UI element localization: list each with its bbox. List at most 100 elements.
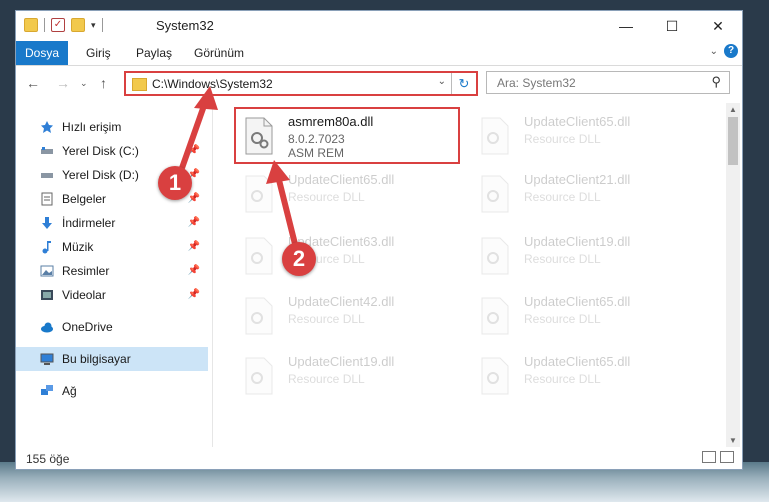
sidebar-item-label: Müzik [62,240,94,254]
chevron-down-icon[interactable]: ▾ [91,20,96,31]
folder-icon[interactable] [24,18,38,32]
file-item[interactable]: UpdateClient42.dll Resource DLL [236,291,456,343]
scroll-up-icon[interactable]: ▲ [726,105,740,114]
status-bar: 155 öğe [16,447,742,469]
drive-icon [41,173,53,178]
sidebar-item-downloads[interactable]: İndirmeler 📌 [16,211,208,235]
tab-file[interactable]: Dosya [16,41,68,65]
pin-icon[interactable]: 📌 [188,265,200,276]
file-name: UpdateClient21.dll [524,172,631,187]
sidebar-item-this-pc[interactable]: Bu bilgisayar [16,347,208,371]
sidebar-item-videos[interactable]: Videolar 📌 [16,283,208,307]
file-description: Resource DLL [288,372,365,386]
dll-file-icon [481,175,509,213]
sidebar-item-pictures[interactable]: Resimler 📌 [16,259,208,283]
sidebar-item-quick-access[interactable]: Hızlı erişim [16,115,208,139]
sidebar-item-label: Videolar [62,288,106,302]
pin-icon[interactable]: 📌 [188,289,200,300]
file-item[interactable]: UpdateClient63.dll Resource DLL [236,231,456,283]
dll-file-icon [245,237,273,275]
file-item[interactable]: UpdateClient65.dll Resource DLL [472,291,692,343]
search-placeholder: Ara: System32 [497,76,576,90]
pin-icon[interactable]: 📌 [188,217,200,228]
navigation-pane: Hızlı erişim Yerel Disk (C:) 📌 Yerel Dis… [16,103,213,447]
sidebar-item-music[interactable]: Müzik 📌 [16,235,208,259]
sidebar-item-label: İndirmeler [62,216,116,230]
dll-file-icon [481,117,509,155]
drive-icon [41,147,53,154]
file-name: UpdateClient19.dll [288,354,395,369]
item-count: 155 öğe [26,452,70,466]
sidebar-item-label: Ağ [62,384,77,398]
pin-icon[interactable]: 📌 [188,241,200,252]
divider [44,18,45,32]
file-description: Resource DLL [524,190,601,204]
details-view-icon[interactable] [702,451,716,463]
dll-file-icon [245,357,273,395]
file-item[interactable]: UpdateClient19.dll Resource DLL [472,231,692,283]
file-description: Resource DLL [524,312,601,326]
sidebar-item-label: Yerel Disk (D:) [62,168,139,182]
divider [101,18,103,32]
window-title: System32 [156,18,214,33]
properties-icon[interactable]: ✓ [51,18,65,32]
quick-access-toolbar: ✓ ▾ [24,18,103,32]
chevron-down-icon[interactable]: ⌄ [710,46,718,57]
sidebar-item-label: Hızlı erişim [62,120,122,134]
step-badge-1: 1 [158,166,192,200]
file-description: Resource DLL [288,312,365,326]
pictures-icon [40,265,54,277]
chevron-down-icon[interactable]: ⌄ [438,76,446,87]
large-icons-view-icon[interactable] [720,451,734,463]
refresh-icon[interactable]: ↻ [451,73,476,94]
dll-file-icon [481,297,509,335]
back-arrow-icon[interactable]: ← [26,75,40,91]
new-folder-icon[interactable] [71,18,85,32]
address-path: C:\Windows\System32 [152,77,273,91]
search-input[interactable]: Ara: System32 ⚲ [486,71,730,94]
help-icon[interactable]: ? [724,44,738,58]
tab-view[interactable]: Görünüm [190,41,248,65]
sidebar-item-disk-c[interactable]: Yerel Disk (C:) 📌 [16,139,208,163]
scroll-down-icon[interactable]: ▼ [726,436,740,445]
sidebar-item-label: OneDrive [62,320,113,334]
pin-icon[interactable]: 📌 [188,145,200,156]
pin-icon[interactable]: 📌 [188,193,200,204]
forward-arrow-icon[interactable]: → [56,75,70,91]
file-explorer-window: ✓ ▾ System32 — ☐ ✕ Dosya Giriş Paylaş Gö… [15,10,743,470]
sidebar-item-label: Resimler [62,264,110,278]
file-description: Resource DLL [524,372,601,386]
sidebar-item-network[interactable]: Ağ [16,379,208,403]
file-name: UpdateClient65.dll [524,294,631,309]
cloud-icon [41,322,53,333]
up-arrow-icon[interactable]: ↑ [100,75,107,91]
file-item[interactable]: UpdateClient65.dll Resource DLL [472,351,692,403]
recent-locations-icon[interactable]: ⌄ [80,78,88,89]
file-description: Resource DLL [524,132,601,146]
tab-home[interactable]: Giriş [82,41,115,65]
address-bar[interactable]: C:\Windows\System32 ⌄ ↻ [124,71,478,96]
vertical-scrollbar[interactable]: ▲ ▼ [726,103,740,447]
file-name: UpdateClient19.dll [524,234,631,249]
file-item[interactable]: UpdateClient65.dll Resource DLL [472,111,692,163]
file-description: Resource DLL [288,190,365,204]
title-bar: ✓ ▾ System32 — ☐ ✕ [16,11,742,41]
search-icon[interactable]: ⚲ [711,74,721,90]
maximize-button[interactable]: ☐ [652,15,692,37]
ribbon-tabs: Dosya Giriş Paylaş Görünüm ⌄ ? [16,41,742,66]
network-icon [41,385,53,395]
sidebar-item-label: Belgeler [62,192,107,206]
file-item[interactable]: UpdateClient65.dll Resource DLL [236,169,456,221]
tab-share[interactable]: Paylaş [132,41,176,65]
file-description: Resource DLL [524,252,601,266]
file-item[interactable]: UpdateClient21.dll Resource DLL [472,169,692,221]
file-name: UpdateClient42.dll [288,294,395,309]
star-icon [41,121,53,133]
videos-icon [41,290,53,300]
scroll-thumb[interactable] [728,117,738,165]
file-item[interactable]: UpdateClient19.dll Resource DLL [236,351,456,403]
close-button[interactable]: ✕ [698,15,738,37]
sidebar-item-onedrive[interactable]: OneDrive [16,315,208,339]
view-toggle [702,451,734,463]
minimize-button[interactable]: — [606,15,646,37]
